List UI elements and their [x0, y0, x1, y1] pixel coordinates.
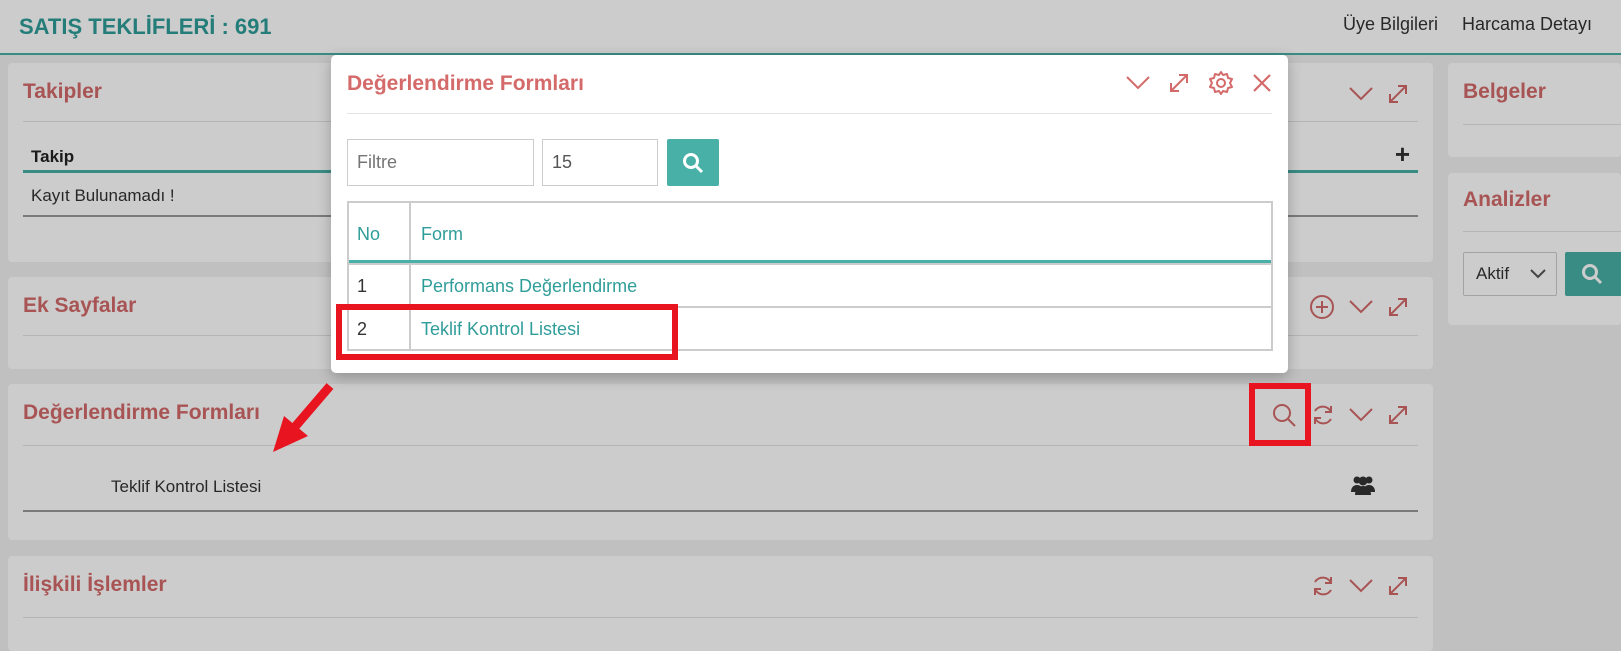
close-icon[interactable] — [1252, 73, 1272, 93]
expand-icon[interactable] — [1168, 72, 1190, 94]
page-size-input[interactable] — [542, 139, 658, 186]
modal-title: Değerlendirme Formları — [347, 72, 584, 95]
column-form[interactable]: Form — [421, 224, 463, 245]
search-icon — [683, 153, 704, 174]
column-no[interactable]: No — [357, 224, 380, 245]
filter-input[interactable] — [347, 139, 534, 186]
annotation-box-row — [336, 304, 678, 360]
chevron-down-icon[interactable] — [1126, 75, 1150, 91]
row-form-link[interactable]: Performans Değerlendirme — [421, 276, 637, 297]
table-header: No Form — [349, 203, 1271, 263]
divider — [347, 113, 1272, 114]
table-row[interactable]: 1 Performans Değerlendirme — [349, 263, 1271, 306]
row-no: 1 — [357, 276, 368, 296]
filter-search-button[interactable] — [667, 139, 719, 186]
annotation-box-search — [1249, 383, 1311, 446]
arrow-icon — [273, 383, 334, 452]
modal-tools — [1126, 70, 1272, 96]
gear-icon[interactable] — [1208, 70, 1234, 96]
